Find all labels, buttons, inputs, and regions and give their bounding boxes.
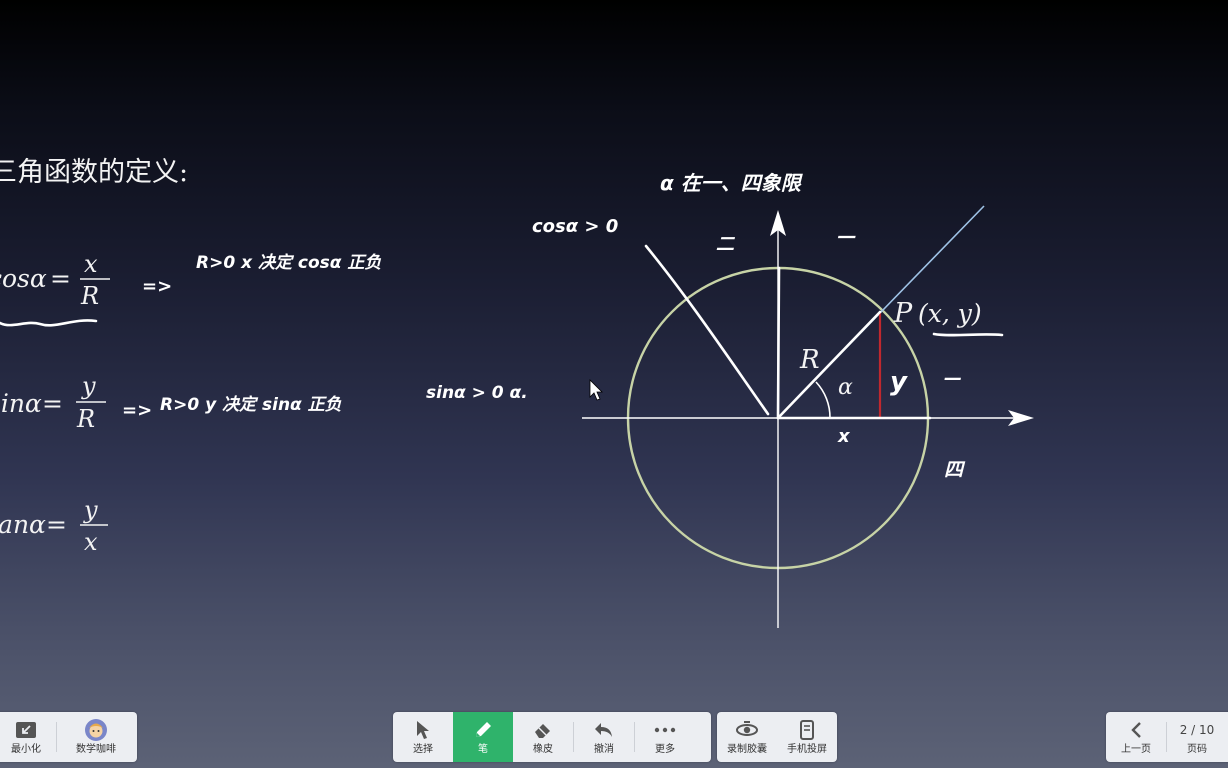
chevron-left-icon [1130, 718, 1142, 742]
page-label: 页码 [1187, 744, 1207, 755]
sin-condition-handwriting: sinα > 0 α. [426, 383, 528, 403]
minimize-label: 最小化 [11, 744, 41, 755]
eraser-label: 橡皮 [533, 744, 553, 755]
sin-note-handwriting: R>0 y 决定 sinα 正负 [160, 395, 342, 415]
record-capsule-button[interactable]: 录制胶囊 [717, 712, 777, 762]
undo-button[interactable]: 撤消 [574, 712, 634, 762]
pager: 上一页 2 / 10 页码 [1106, 712, 1228, 762]
pointer-icon [414, 718, 432, 742]
unit-circle-diagram: R α P (x, y) y x 二 一 — 四 [582, 205, 1034, 628]
tan-lhs: tanα [0, 510, 46, 539]
phone-cast-label: 手机投屏 [787, 744, 827, 755]
sin-numerator: y [81, 372, 96, 400]
more-button[interactable]: 更多 [635, 712, 695, 762]
phone-cast-button[interactable]: 手机投屏 [777, 712, 837, 762]
undo-label: 撤消 [594, 744, 614, 755]
quadrant-1-right-handwriting: — [944, 368, 962, 389]
radius-stroke [776, 310, 882, 420]
page-indicator: 2 / 10 [1179, 723, 1215, 737]
tan-formula: tanα = y x [0, 496, 108, 556]
quadrant-4-handwriting: 四 [944, 459, 966, 481]
slide-canvas[interactable]: 三角函数的定义: cosα = x R sinα = y R tanα = y … [0, 0, 1228, 768]
quadrant-2-handwriting: 二 [716, 234, 736, 255]
sin-lhs: sinα [0, 389, 42, 418]
cos-formula: cosα = x R [0, 250, 110, 310]
radius-label: R [799, 345, 820, 375]
eraser-tool-button[interactable]: 橡皮 [513, 712, 573, 762]
pen-icon [473, 718, 493, 742]
sin-formula: sinα = y R [0, 372, 106, 433]
toolbar-record: 录制胶囊 手机投屏 [717, 712, 837, 762]
pen-tool-button[interactable]: 笔 [453, 712, 513, 762]
toolbar-center: 选择 笔 橡皮 撤消 更多 [393, 712, 711, 762]
point-label: P [893, 298, 913, 329]
point-coords: (x, y) [918, 299, 982, 328]
coords-underline-stroke [932, 332, 1004, 337]
select-tool-button[interactable]: 选择 [393, 712, 453, 762]
tan-denominator: x [84, 528, 98, 556]
sin-denominator: R [76, 405, 95, 433]
cos-underline-stroke [0, 319, 98, 327]
toolbar-left: 最小化 数学咖啡 [0, 712, 137, 762]
slide-heading: 三角函数的定义: [0, 157, 188, 188]
angle-label: α [838, 375, 853, 400]
alpha-quadrants-handwriting: α 在一、四象限 [660, 171, 804, 195]
side-x-handwriting: x [837, 426, 851, 447]
cos-denominator: R [80, 282, 99, 310]
y-axis-overdraw-stroke [776, 266, 781, 420]
pen-label: 笔 [478, 744, 488, 755]
cos-lhs: cosα [0, 264, 47, 293]
phone-icon [800, 718, 814, 742]
prev-page-button[interactable]: 上一页 [1106, 712, 1166, 762]
coffee-button[interactable]: 数学咖啡 [57, 712, 135, 762]
cos-implies-stroke: => [142, 276, 172, 297]
avatar-icon [84, 718, 108, 742]
cos-numerator: x [84, 250, 98, 278]
page-number-button[interactable]: 2 / 10 页码 [1167, 712, 1227, 762]
minimize-button[interactable]: 最小化 [0, 712, 56, 762]
ellipsis-icon [654, 718, 676, 742]
sin-equals: = [42, 389, 63, 418]
tan-equals: = [46, 510, 67, 539]
undo-icon [593, 718, 615, 742]
eraser-icon [533, 718, 553, 742]
side-y-handwriting: y [890, 367, 908, 397]
record-capsule-icon [735, 718, 759, 742]
cos-equals: = [50, 264, 71, 293]
minimize-icon [15, 718, 37, 742]
tan-numerator: y [83, 496, 98, 524]
cos-condition-handwriting: cosα > 0 [532, 216, 618, 237]
select-label: 选择 [413, 744, 433, 755]
sin-implies-stroke: => [122, 400, 152, 421]
quadrant-1-handwriting: 一 [836, 228, 856, 249]
more-label: 更多 [655, 744, 675, 755]
cos-note-handwriting: R>0 x 决定 cosα 正负 [196, 253, 381, 273]
angle-arc [815, 381, 831, 419]
prev-page-label: 上一页 [1121, 744, 1151, 755]
mouse-cursor-icon [589, 379, 603, 401]
coffee-label: 数学咖啡 [76, 744, 116, 755]
record-label: 录制胶囊 [727, 744, 767, 755]
